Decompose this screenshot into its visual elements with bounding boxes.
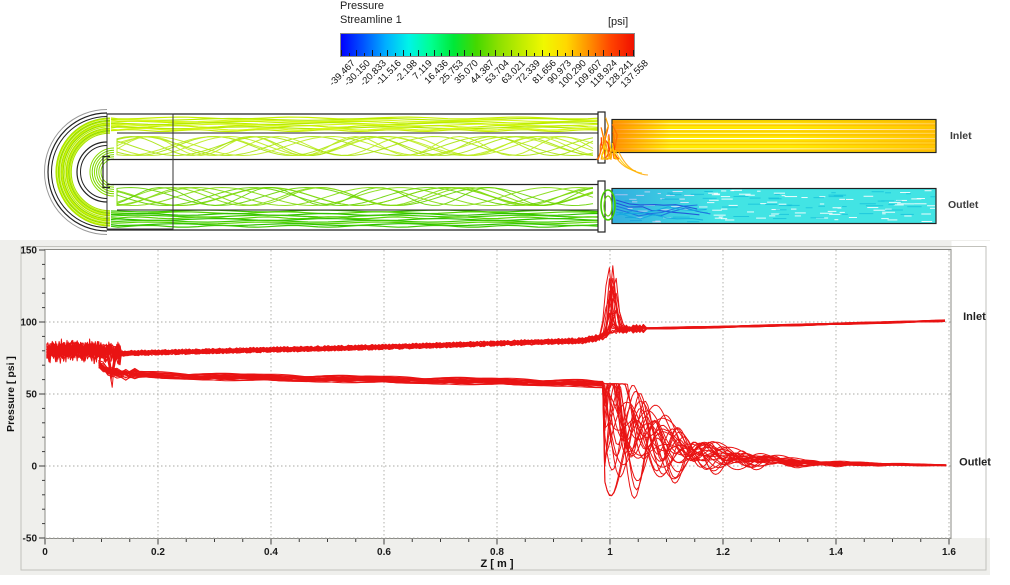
svg-text:0: 0 xyxy=(42,547,48,558)
chart-annotation-inlet: Inlet xyxy=(963,311,986,323)
cfd-post-viewer: Pressure Streamline 1 [psi] -39.467 -30.1… xyxy=(0,0,1010,585)
svg-text:0.8: 0.8 xyxy=(490,547,504,558)
svg-text:1.6: 1.6 xyxy=(942,547,956,558)
svg-text:150: 150 xyxy=(20,246,37,257)
pressure-chart[interactable]: 0 0.2 0.4 0.6 0.8 1 1.2 1.4 1.6 150 100 50 0 -50 Z [ m… xyxy=(0,0,1010,585)
chart-annotation-outlet: Outlet xyxy=(959,457,991,469)
x-axis-title: Z [ m ] xyxy=(481,558,514,570)
svg-text:1.2: 1.2 xyxy=(716,547,730,558)
svg-text:50: 50 xyxy=(26,390,38,401)
svg-text:0.2: 0.2 xyxy=(151,547,165,558)
y-axis-title: Pressure [ psi ] xyxy=(5,356,17,432)
svg-text:-50: -50 xyxy=(23,534,38,545)
chart-root: 0 0.2 0.4 0.6 0.8 1 1.2 1.4 1.6 150 100 50 0 -50 Z [ m… xyxy=(0,240,991,575)
svg-text:1: 1 xyxy=(607,547,613,558)
svg-text:1.4: 1.4 xyxy=(829,547,843,558)
svg-text:100: 100 xyxy=(20,318,37,329)
svg-text:0.4: 0.4 xyxy=(264,547,278,558)
svg-text:0: 0 xyxy=(31,462,37,473)
svg-text:0.6: 0.6 xyxy=(377,547,391,558)
